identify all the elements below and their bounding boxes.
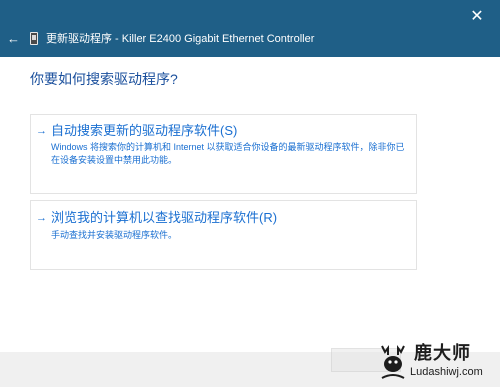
watermark-brand: 鹿大师 bbox=[414, 343, 471, 363]
auto-search-option[interactable]: → 自动搜索更新的驱动程序软件(S) Windows 将搜索你的计算机和 Int… bbox=[30, 114, 417, 194]
watermark-url: Ludashiwj.com bbox=[410, 366, 483, 378]
option-description: Windows 将搜索你的计算机和 Internet 以获取适合你设备的最新驱动… bbox=[51, 142, 405, 165]
back-arrow-icon[interactable]: ← bbox=[7, 32, 20, 46]
watermark: 鹿大师 Ludashiwj.com bbox=[374, 340, 500, 387]
option-title[interactable]: 自动搜索更新的驱动程序软件(S) bbox=[51, 123, 237, 139]
arrow-right-icon: → bbox=[36, 125, 47, 137]
browse-computer-option[interactable]: → 浏览我的计算机以查找驱动程序软件(R) 手动查找并安装驱动程序软件。 bbox=[30, 200, 417, 270]
arrow-right-icon: → bbox=[36, 212, 47, 224]
close-icon[interactable]: ✕ bbox=[466, 6, 488, 28]
device-icon bbox=[30, 32, 38, 45]
deer-logo-icon bbox=[381, 345, 405, 379]
option-description: 手动查找并安装驱动程序软件。 bbox=[51, 230, 178, 240]
title-bar: ✕ ← 更新驱动程序 - Killer E2400 Gigabit Ethern… bbox=[0, 0, 500, 57]
window-title: 更新驱动程序 - Killer E2400 Gigabit Ethernet C… bbox=[46, 33, 315, 45]
option-title[interactable]: 浏览我的计算机以查找驱动程序软件(R) bbox=[51, 210, 277, 226]
page-heading: 你要如何搜索驱动程序? bbox=[30, 71, 178, 87]
